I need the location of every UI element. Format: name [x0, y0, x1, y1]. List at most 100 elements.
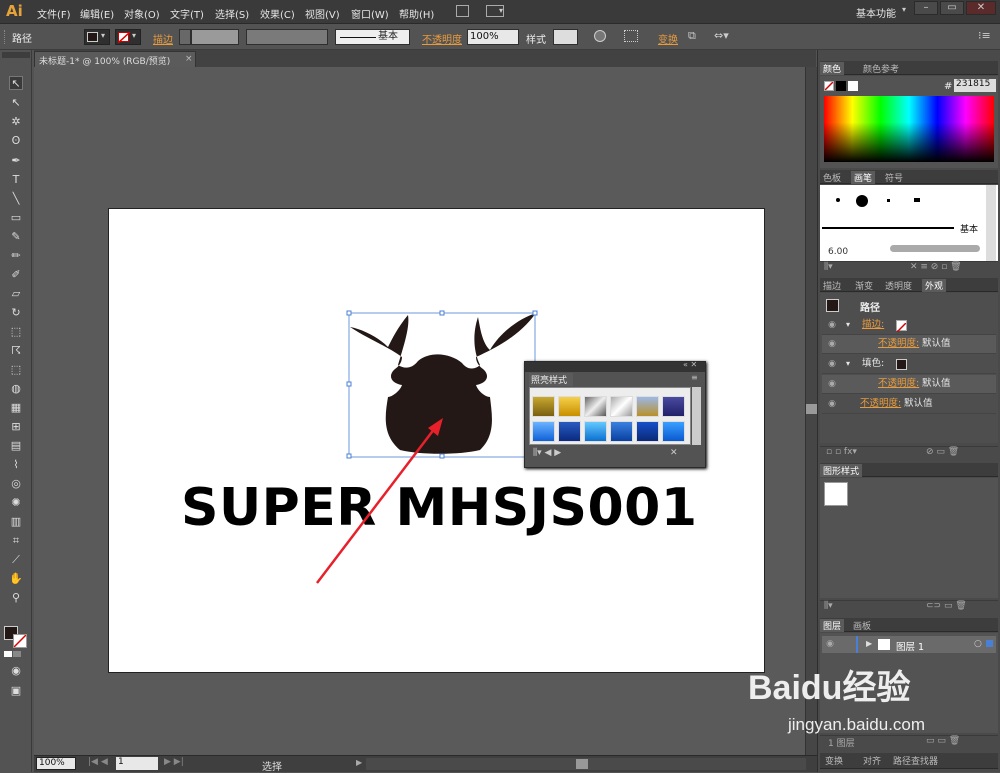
visibility-icon[interactable]: ◉: [826, 355, 838, 373]
brush-definition[interactable]: 基本: [335, 29, 410, 45]
panel-menu-icon[interactable]: ≡: [691, 373, 698, 382]
panel-menu-icon[interactable]: ⁝≡: [978, 29, 991, 42]
menu-window[interactable]: 窗口(W): [351, 6, 389, 21]
stroke-color-dropdown[interactable]: ▾: [115, 29, 141, 45]
tab-brushes[interactable]: 画笔: [851, 171, 876, 184]
blob-brush-tool-icon[interactable]: ✐: [9, 268, 23, 282]
style-swatch[interactable]: [610, 396, 633, 417]
isolate-icon[interactable]: ⧉: [688, 29, 696, 43]
scroll-thumb[interactable]: [806, 404, 817, 414]
menu-select[interactable]: 选择(S): [215, 6, 249, 21]
menu-effect[interactable]: 效果(C): [260, 6, 295, 21]
layer-name[interactable]: 图层 1: [896, 639, 924, 653]
style-swatch[interactable]: [662, 421, 685, 442]
workspace-switcher[interactable]: 基本功能: [856, 5, 896, 20]
style-swatch[interactable]: [636, 396, 659, 417]
none-swatch[interactable]: [824, 81, 834, 91]
default-style-swatch[interactable]: [824, 482, 848, 506]
layers-footer-icons[interactable]: ▭ ▭ 🗑: [926, 736, 960, 746]
zoom-field[interactable]: 100%: [36, 757, 76, 770]
brush-swatch[interactable]: [856, 195, 868, 207]
brush-library-icon[interactable]: ⫼▾: [824, 262, 833, 272]
tab-stroke[interactable]: 描边: [820, 279, 844, 292]
visibility-icon[interactable]: ◉: [826, 395, 838, 413]
direct-selection-tool-icon[interactable]: ↖: [9, 96, 23, 110]
style-swatch[interactable]: [558, 396, 581, 417]
color-spectrum[interactable]: [824, 96, 994, 162]
menu-object[interactable]: 对象(O): [124, 6, 160, 21]
eraser-tool-icon[interactable]: ▱: [9, 287, 23, 301]
close-tab-icon[interactable]: ×: [185, 54, 193, 64]
style-swatch[interactable]: [610, 421, 633, 442]
tab-pathfinder[interactable]: 路径查找器: [890, 754, 941, 767]
draw-mode-icon[interactable]: ◉: [9, 664, 23, 678]
arrange-documents-icon[interactable]: ▾: [486, 5, 504, 17]
opacity-row-label[interactable]: 不透明度:: [878, 375, 919, 393]
stroke-weight-stepper[interactable]: [179, 29, 191, 45]
symbol-sprayer-tool-icon[interactable]: ✺: [9, 496, 23, 510]
menu-type[interactable]: 文字(T): [170, 6, 204, 21]
blend-tool-icon[interactable]: ◎: [9, 477, 23, 491]
panel-tab[interactable]: 照亮样式: [529, 373, 573, 386]
next-artboard-icon[interactable]: ▶ ▶|: [164, 757, 184, 767]
handle[interactable]: [439, 310, 445, 316]
menu-help[interactable]: 帮助(H): [399, 6, 434, 21]
paintbrush-tool-icon[interactable]: ✎: [9, 230, 23, 244]
pencil-tool-icon[interactable]: ✏: [9, 249, 23, 263]
style-swatch[interactable]: [584, 421, 607, 442]
appearance-stroke-opacity-row[interactable]: ◉ 不透明度: 默认值: [822, 335, 996, 354]
column-graph-tool-icon[interactable]: ▥: [9, 515, 23, 529]
maximize-icon[interactable]: ▭: [940, 1, 964, 15]
align-icon[interactable]: [624, 30, 638, 42]
line-tool-icon[interactable]: ╲: [9, 192, 23, 206]
menu-edit[interactable]: 编辑(E): [80, 6, 114, 21]
brush-swatch[interactable]: [914, 198, 920, 202]
minimize-icon[interactable]: –: [914, 1, 938, 15]
fill-swatch-icon[interactable]: [896, 359, 907, 370]
menu-file[interactable]: 文件(F): [37, 6, 71, 21]
vertical-scrollbar[interactable]: [805, 67, 817, 755]
eyedropper-tool-icon[interactable]: ⌇: [9, 458, 23, 472]
style-swatch[interactable]: [532, 396, 555, 417]
stroke-swatch-icon[interactable]: [896, 320, 907, 333]
brush-swatch[interactable]: [836, 198, 840, 202]
slice-tool-icon[interactable]: ⟋: [9, 553, 23, 567]
hand-tool-icon[interactable]: ✋: [9, 572, 23, 586]
tab-swatches[interactable]: 色板: [820, 171, 844, 184]
panel-header[interactable]: « ✕: [525, 360, 705, 372]
gradient-mode-icon[interactable]: [13, 651, 21, 657]
recolor-artwork-icon[interactable]: [594, 30, 606, 42]
layer-row[interactable]: ◉ ▶ 图层 1 ○: [822, 636, 996, 653]
basic-brush-line[interactable]: [822, 227, 954, 229]
fill-color-dropdown[interactable]: ▾: [84, 29, 110, 45]
appearance-fill-row[interactable]: ◉ ▾ 填色:: [822, 355, 996, 374]
lasso-tool-icon[interactable]: ʘ: [9, 134, 23, 148]
magic-wand-tool-icon[interactable]: ✲: [9, 115, 23, 129]
brush-scrollbar[interactable]: [986, 185, 996, 261]
type-tool-icon[interactable]: T: [9, 173, 23, 187]
brush-stroke-preview[interactable]: [890, 245, 980, 252]
scale-tool-icon[interactable]: ⬚: [9, 325, 23, 339]
scroll-thumb[interactable]: [576, 759, 588, 769]
pen-tool-icon[interactable]: ✒: [9, 154, 23, 168]
visibility-icon[interactable]: ◉: [826, 375, 838, 393]
handle[interactable]: [346, 310, 352, 316]
visibility-icon[interactable]: ◉: [826, 316, 838, 334]
distribute-icon[interactable]: ⇔▾: [714, 29, 729, 42]
opacity-field[interactable]: 100%: [467, 29, 519, 45]
black-swatch[interactable]: [836, 81, 846, 91]
style-swatch[interactable]: [532, 421, 555, 442]
appearance-stroke-row[interactable]: ◉ ▾ 描边:: [822, 316, 996, 335]
color-mode-icon[interactable]: [4, 651, 12, 657]
handle[interactable]: [532, 310, 538, 316]
selection-indicator[interactable]: [986, 640, 993, 647]
tab-transparency[interactable]: 透明度: [882, 279, 915, 292]
tab-symbols[interactable]: 符号: [882, 171, 906, 184]
tab-transform[interactable]: 变换: [822, 754, 846, 767]
tab-graphic-styles[interactable]: 图形样式: [820, 464, 863, 477]
appearance-footer-icons[interactable]: ▫ ▫ fx▾: [826, 447, 857, 457]
tab-align[interactable]: 对齐: [860, 754, 884, 767]
stroke-swatch[interactable]: [13, 634, 27, 648]
tab-artboards[interactable]: 画板: [850, 619, 874, 632]
transform-panel-link[interactable]: 变换: [658, 31, 678, 46]
